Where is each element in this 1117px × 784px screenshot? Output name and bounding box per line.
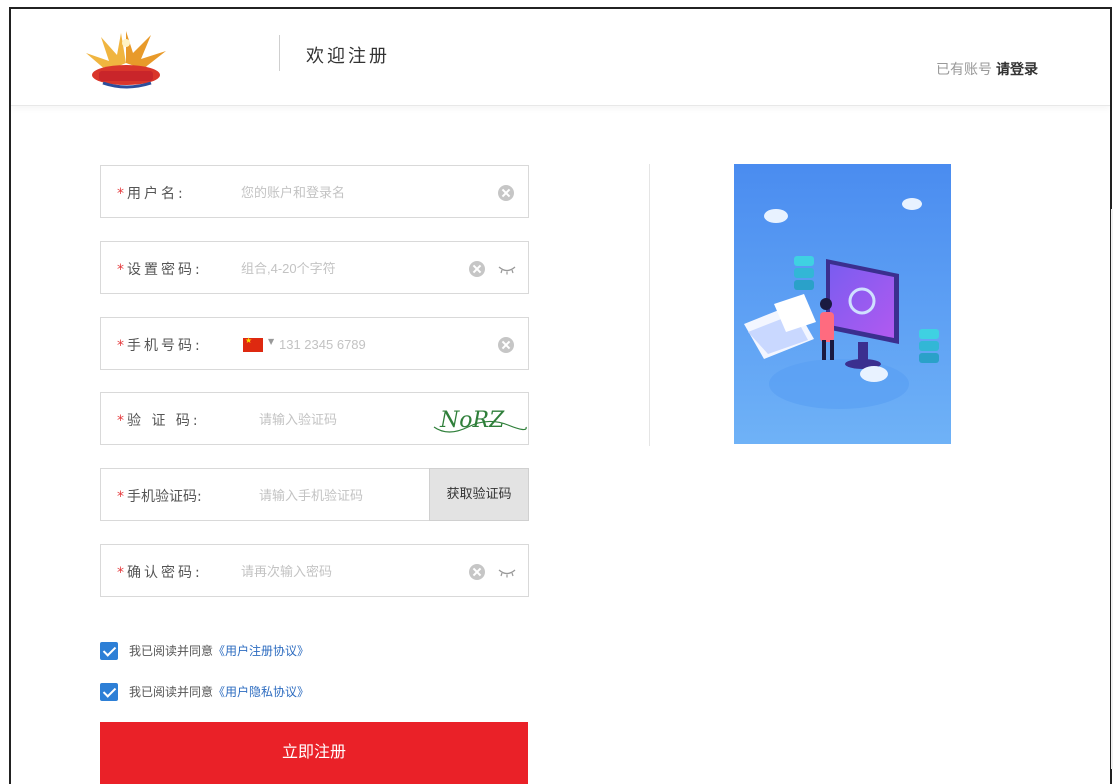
header-divider xyxy=(279,35,280,71)
username-label: * 用户名: xyxy=(117,183,186,203)
username-field: * 用户名: xyxy=(100,165,529,218)
required-star: * xyxy=(117,413,124,429)
captcha-label: * 验 证 码: xyxy=(117,410,201,430)
get-sms-code-button[interactable]: 获取验证码 xyxy=(429,468,529,521)
header: 欢迎注册 已有账号 请登录 xyxy=(11,9,1110,106)
required-star: * xyxy=(117,262,124,278)
eye-icon[interactable] xyxy=(498,262,516,276)
required-star: * xyxy=(117,186,124,202)
confirm-password-label: * 确认密码: xyxy=(117,562,203,582)
china-flag-icon[interactable]: ★ xyxy=(243,337,263,352)
required-star: * xyxy=(117,565,124,581)
phone-field: * 手机号码: ★ ▼ xyxy=(100,317,529,370)
agreement-text: 我已阅读并同意《用户隐私协议》 xyxy=(129,682,309,702)
privacy-agreement-link[interactable]: 《用户隐私协议》 xyxy=(213,685,309,699)
clear-icon[interactable] xyxy=(469,564,485,580)
eye-icon[interactable] xyxy=(498,565,516,579)
captcha-field: *验 证 码: NoRZ xyxy=(100,392,529,445)
captcha-label-text: 验 证 码: xyxy=(127,413,201,429)
agreement-prefix: 我已阅读并同意 xyxy=(129,685,214,699)
login-prompt-text: 已有账号 xyxy=(936,62,992,78)
sms-code-label-text: 手机验证码: xyxy=(127,489,202,505)
phone-label: * 手机号码: xyxy=(117,335,203,355)
agreement-prefix: 我已阅读并同意 xyxy=(129,644,214,658)
sms-code-input[interactable] xyxy=(259,483,409,507)
password-label-text: 设置密码: xyxy=(127,262,203,278)
confirm-password-input[interactable] xyxy=(241,559,451,583)
required-star: * xyxy=(117,338,124,354)
clear-icon[interactable] xyxy=(469,261,485,277)
checkbox-icon[interactable] xyxy=(100,642,118,660)
login-prompt: 已有账号 请登录 xyxy=(936,59,1038,79)
confirm-password-label-text: 确认密码: xyxy=(127,565,203,581)
checkbox-icon[interactable] xyxy=(100,683,118,701)
captcha-input[interactable] xyxy=(259,407,409,431)
sms-code-field: *手机验证码: 获取验证码 xyxy=(100,468,529,521)
side-scroll-edge xyxy=(1111,209,1113,769)
confirm-password-field: * 确认密码: xyxy=(100,544,529,597)
password-input[interactable] xyxy=(241,256,451,280)
logo[interactable] xyxy=(81,23,171,93)
illustration-image xyxy=(734,164,951,444)
login-link[interactable]: 请登录 xyxy=(996,62,1038,78)
chevron-down-icon[interactable]: ▼ xyxy=(268,337,274,346)
password-label: * 设置密码: xyxy=(117,259,203,279)
agreement-text: 我已阅读并同意《用户注册协议》 xyxy=(129,641,309,661)
required-star: * xyxy=(117,489,124,505)
clear-icon[interactable] xyxy=(498,185,514,201)
register-button[interactable]: 立即注册 xyxy=(100,722,528,784)
captcha-image[interactable]: NoRZ xyxy=(428,397,528,442)
vertical-divider xyxy=(649,164,650,446)
clear-icon[interactable] xyxy=(498,337,514,353)
sms-code-label: * 手机验证码: xyxy=(117,486,202,506)
username-input[interactable] xyxy=(241,180,481,204)
captcha-text: NoRZ xyxy=(439,408,505,433)
page-title: 欢迎注册 xyxy=(306,46,390,67)
username-label-text: 用户名: xyxy=(127,186,186,202)
phone-input[interactable] xyxy=(279,332,479,356)
phone-label-text: 手机号码: xyxy=(127,338,203,354)
register-agreement-link[interactable]: 《用户注册协议》 xyxy=(213,644,309,658)
page-frame: 欢迎注册 已有账号请登录 *用户名: *设置密码: *手机号码: ★ ▼ *验 … xyxy=(9,7,1113,784)
password-field: * 设置密码: xyxy=(100,241,529,294)
